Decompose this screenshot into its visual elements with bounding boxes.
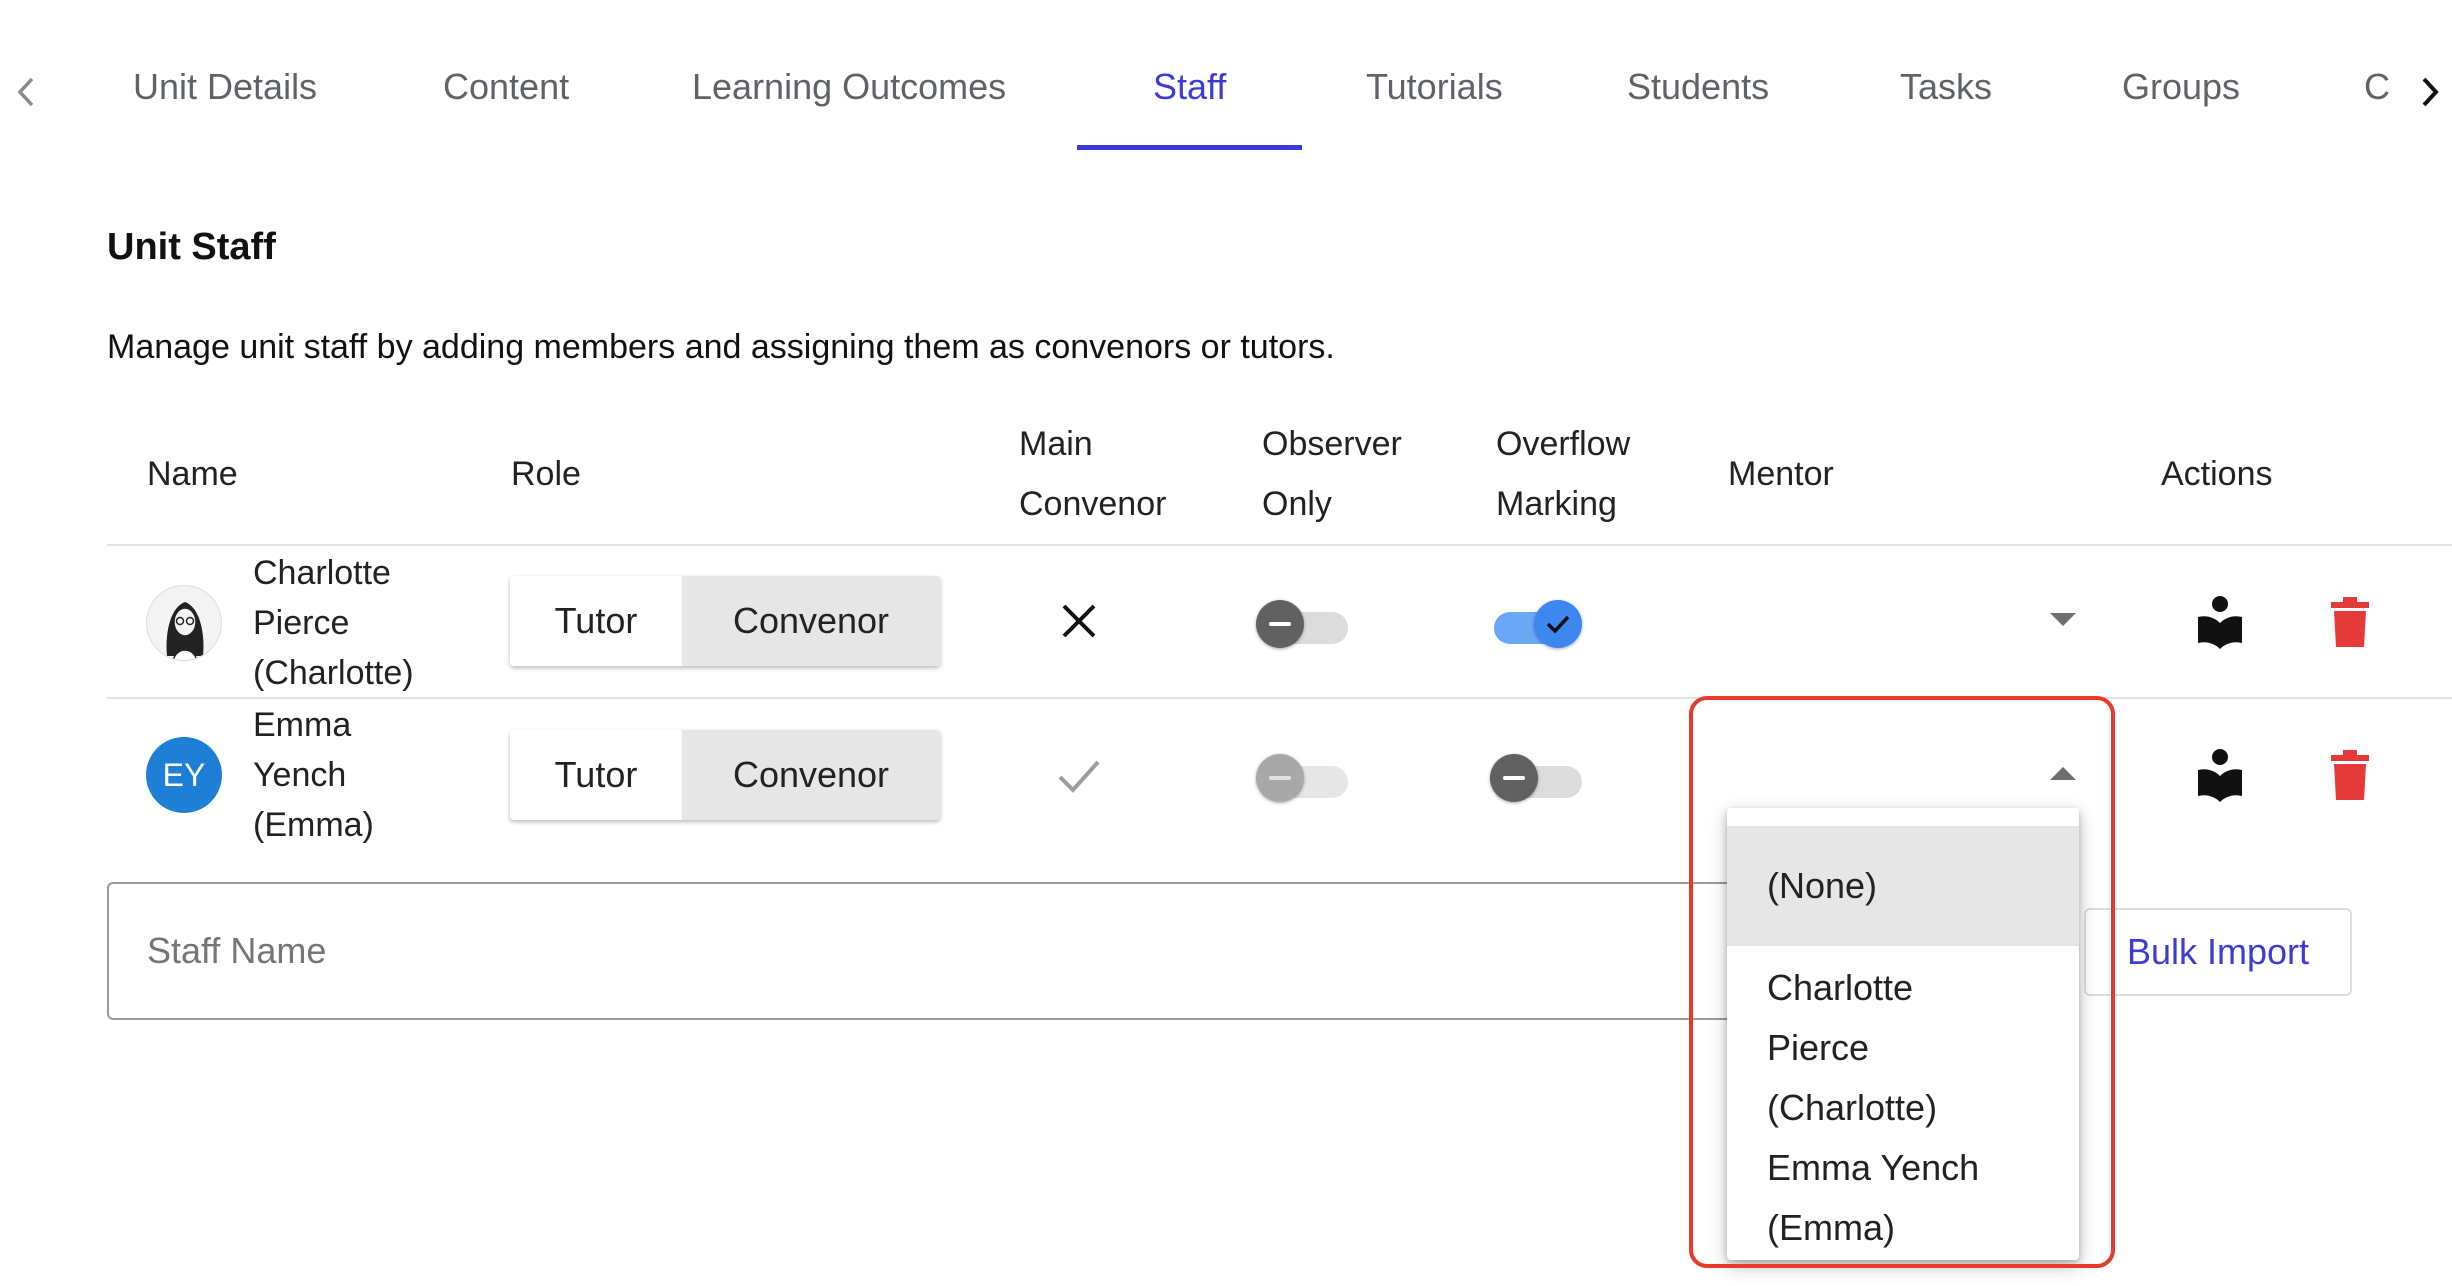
observer-only-toggle[interactable] — [1256, 750, 1348, 806]
chevron-up-icon — [2050, 766, 2076, 785]
check-icon[interactable] — [1055, 752, 1103, 800]
dropdown-option-label: Charlotte — [1767, 967, 1914, 1008]
staff-name-line2: Yench — [253, 756, 347, 794]
delete-icon[interactable] — [2322, 745, 2378, 805]
role-tutor-button[interactable]: Tutor — [510, 576, 682, 666]
book-reader-icon[interactable] — [2190, 745, 2250, 805]
header-overflow-line1: Overflow — [1496, 425, 1631, 463]
header-name: Name — [147, 455, 238, 493]
tab-groups[interactable]: Groups — [2122, 66, 2240, 118]
active-tab-indicator — [1077, 145, 1302, 150]
page-title: Unit Staff — [107, 226, 276, 268]
staff-name-line2: Pierce — [253, 604, 350, 642]
dropdown-option-label: (Charlotte) — [1767, 1087, 1938, 1128]
mentor-dropdown-menu: (None) Charlotte Pierce (Charlotte) Emma… — [1727, 808, 2079, 1260]
tab-learning-outcomes[interactable]: Learning Outcomes — [692, 66, 1006, 118]
tab-students[interactable]: Students — [1627, 66, 1769, 118]
role-tutor-button[interactable]: Tutor — [510, 730, 682, 820]
book-reader-icon[interactable] — [2190, 592, 2250, 652]
minus-icon — [1256, 754, 1304, 802]
staff-name-line1: Emma — [253, 706, 352, 744]
tab-bar: Unit Details Content Learning Outcomes S… — [0, 0, 2452, 158]
header-main-convenor-line1: Main — [1019, 425, 1093, 463]
tab-staff[interactable]: Staff — [1153, 66, 1226, 118]
dropdown-option-none[interactable]: (None) — [1727, 826, 2079, 946]
header-observer-line2: Only — [1262, 485, 1332, 523]
tab-truncated[interactable]: C — [2364, 66, 2390, 118]
avatar — [146, 585, 222, 661]
header-observer-line1: Observer — [1262, 425, 1402, 463]
staff-name-line3: (Charlotte) — [253, 654, 414, 692]
row-divider — [107, 697, 2452, 699]
tab-tutorials[interactable]: Tutorials — [1366, 66, 1503, 118]
role-toggle: Tutor Convenor — [510, 730, 940, 820]
dropdown-option-label: Pierce — [1767, 1027, 1870, 1068]
minus-icon — [1490, 754, 1538, 802]
staff-name-input[interactable] — [107, 882, 1807, 1020]
tabs-scroll-left-icon[interactable] — [6, 72, 46, 112]
chevron-down-icon — [2050, 613, 2076, 632]
close-icon[interactable] — [1055, 597, 1103, 645]
tabs-scroll-right-icon[interactable] — [2410, 72, 2450, 112]
role-toggle: Tutor Convenor — [510, 576, 940, 666]
tab-tasks[interactable]: Tasks — [1900, 66, 1992, 118]
overflow-marking-toggle[interactable] — [1490, 596, 1582, 652]
bulk-import-button[interactable]: Bulk Import — [2084, 908, 2352, 996]
header-mentor: Mentor — [1728, 455, 1834, 493]
row-divider — [107, 544, 2452, 546]
dropdown-option-label: (Emma) — [1767, 1207, 1895, 1248]
minus-icon — [1256, 600, 1304, 648]
dropdown-option-emma[interactable]: Emma Yench (Emma) — [1727, 1138, 2079, 1258]
header-main-convenor-line2: Convenor — [1019, 485, 1167, 523]
mentor-select[interactable] — [1720, 590, 2080, 650]
role-convenor-button[interactable]: Convenor — [682, 730, 940, 820]
staff-name-line3: (Emma) — [253, 806, 374, 844]
delete-icon[interactable] — [2322, 592, 2378, 652]
mentor-select[interactable] — [1720, 744, 2080, 804]
role-convenor-button[interactable]: Convenor — [682, 576, 940, 666]
check-icon — [1534, 600, 1582, 648]
staff-name-line1: Charlotte — [253, 554, 391, 592]
dropdown-option-label: Emma Yench — [1767, 1147, 1980, 1188]
page-description: Manage unit staff by adding members and … — [107, 328, 1335, 366]
dropdown-option-charlotte[interactable]: Charlotte Pierce (Charlotte) — [1727, 958, 2079, 1138]
tab-unit-details[interactable]: Unit Details — [133, 66, 317, 118]
overflow-marking-toggle[interactable] — [1490, 750, 1582, 806]
observer-only-toggle[interactable] — [1256, 596, 1348, 652]
tab-content[interactable]: Content — [443, 66, 569, 118]
header-overflow-line2: Marking — [1496, 485, 1617, 523]
dropdown-option-label: (None) — [1767, 865, 1878, 906]
header-actions: Actions — [2161, 455, 2273, 493]
unit-staff-page: Unit Details Content Learning Outcomes S… — [0, 0, 2452, 1286]
avatar: EY — [146, 737, 222, 813]
header-role: Role — [511, 455, 581, 493]
